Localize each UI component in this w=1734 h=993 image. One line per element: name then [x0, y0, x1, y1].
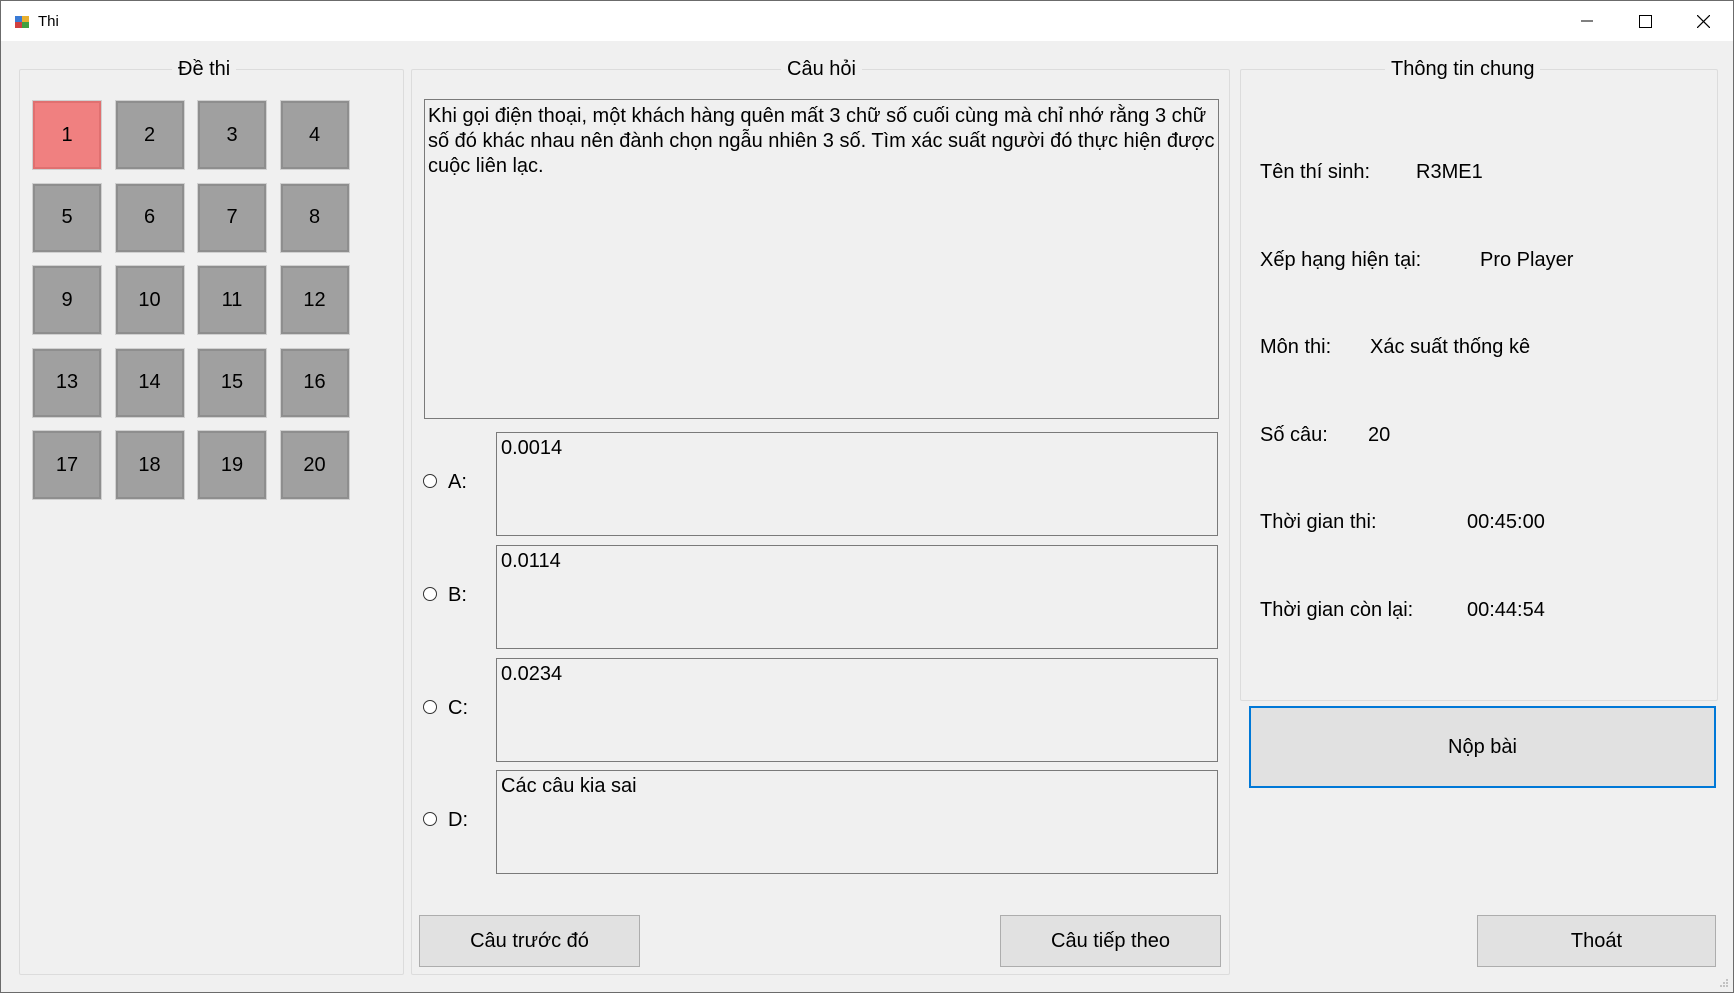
question-nav-button[interactable]: 14	[114, 347, 185, 418]
option-b-radio[interactable]	[423, 587, 437, 601]
option-b-label[interactable]: B:	[448, 584, 467, 607]
candidate-name-label: Tên thí sinh:	[1260, 161, 1371, 183]
question-groupbox-title: Câu hỏi	[781, 58, 862, 81]
question-nav-button[interactable]: 9	[32, 265, 102, 335]
option-c-label[interactable]: C:	[448, 697, 468, 720]
minimize-icon	[1581, 20, 1593, 22]
next-question-button[interactable]: Câu tiếp theo	[1000, 915, 1221, 967]
prev-question-button[interactable]: Câu trước đó	[419, 915, 640, 967]
time-remaining-value: 00:44:54	[1467, 599, 1545, 621]
exam-groupbox-title: Đề thi	[172, 58, 237, 81]
option-a-answer: 0.0014	[496, 432, 1218, 536]
option-b-answer: 0.0114	[496, 545, 1218, 649]
minimize-button[interactable]	[1558, 1, 1616, 41]
option-c-radio[interactable]	[423, 700, 437, 714]
question-nav-button[interactable]: 12	[279, 265, 350, 335]
option-a-label[interactable]: A:	[448, 471, 467, 494]
question-nav-button[interactable]: 16	[279, 347, 350, 418]
title-bar: Thi	[1, 1, 1733, 41]
submit-button[interactable]: Nộp bài	[1249, 706, 1716, 788]
question-text: Khi gọi điện thoại, một khách hàng quên …	[424, 99, 1219, 419]
maximize-button[interactable]	[1616, 1, 1674, 41]
time-remaining-label: Thời gian còn lại:	[1260, 599, 1414, 621]
exam-window: Thi Đề thi 1 2 3 4 5 6 7 8 9 10 11 12 13 14 15 16 17 18 19…	[0, 0, 1734, 993]
info-groupbox-title: Thông tin chung	[1385, 58, 1541, 81]
resize-grip-icon[interactable]	[1719, 978, 1729, 988]
question-nav-button[interactable]: 3	[197, 100, 267, 170]
close-icon	[1696, 14, 1710, 28]
option-d-answer: Các câu kia sai	[496, 770, 1218, 874]
app-icon	[15, 16, 29, 28]
option-a-radio[interactable]	[423, 474, 437, 488]
question-nav-button[interactable]: 4	[279, 100, 350, 170]
question-nav-button[interactable]: 6	[114, 182, 185, 253]
question-nav-button[interactable]: 7	[197, 182, 267, 253]
question-count-label: Số câu:	[1260, 424, 1328, 446]
question-nav-button[interactable]: 5	[32, 182, 102, 253]
question-nav-button[interactable]: 13	[32, 347, 102, 418]
question-nav-button[interactable]: 11	[197, 265, 267, 335]
close-button[interactable]	[1674, 1, 1732, 41]
question-nav-button[interactable]: 18	[114, 430, 185, 500]
window-title: Thi	[38, 13, 59, 30]
subject-value: Xác suất thống kê	[1370, 336, 1531, 358]
question-nav-button[interactable]: 10	[114, 265, 185, 335]
question-nav-button[interactable]: 2	[114, 100, 185, 170]
candidate-name-value: R3ME1	[1416, 161, 1483, 183]
exam-duration-label: Thời gian thi:	[1260, 511, 1377, 533]
rank-label: Xếp hạng hiện tại:	[1260, 249, 1422, 271]
option-d-radio[interactable]	[423, 812, 437, 826]
question-nav-button[interactable]: 19	[197, 430, 267, 500]
question-nav-button[interactable]: 1	[32, 100, 102, 170]
question-count-value: 20	[1368, 424, 1391, 446]
option-d-label[interactable]: D:	[448, 809, 468, 832]
subject-label: Môn thi:	[1260, 336, 1332, 358]
option-c-answer: 0.0234	[496, 658, 1218, 762]
question-nav-button[interactable]: 17	[32, 430, 102, 500]
maximize-icon	[1638, 14, 1652, 28]
exit-button[interactable]: Thoát	[1477, 915, 1716, 967]
exam-duration-value: 00:45:00	[1467, 511, 1545, 533]
question-nav-button[interactable]: 8	[279, 182, 350, 253]
rank-value: Pro Player	[1480, 249, 1574, 271]
question-nav-button[interactable]: 15	[197, 347, 267, 418]
question-nav-button[interactable]: 20	[279, 430, 350, 500]
